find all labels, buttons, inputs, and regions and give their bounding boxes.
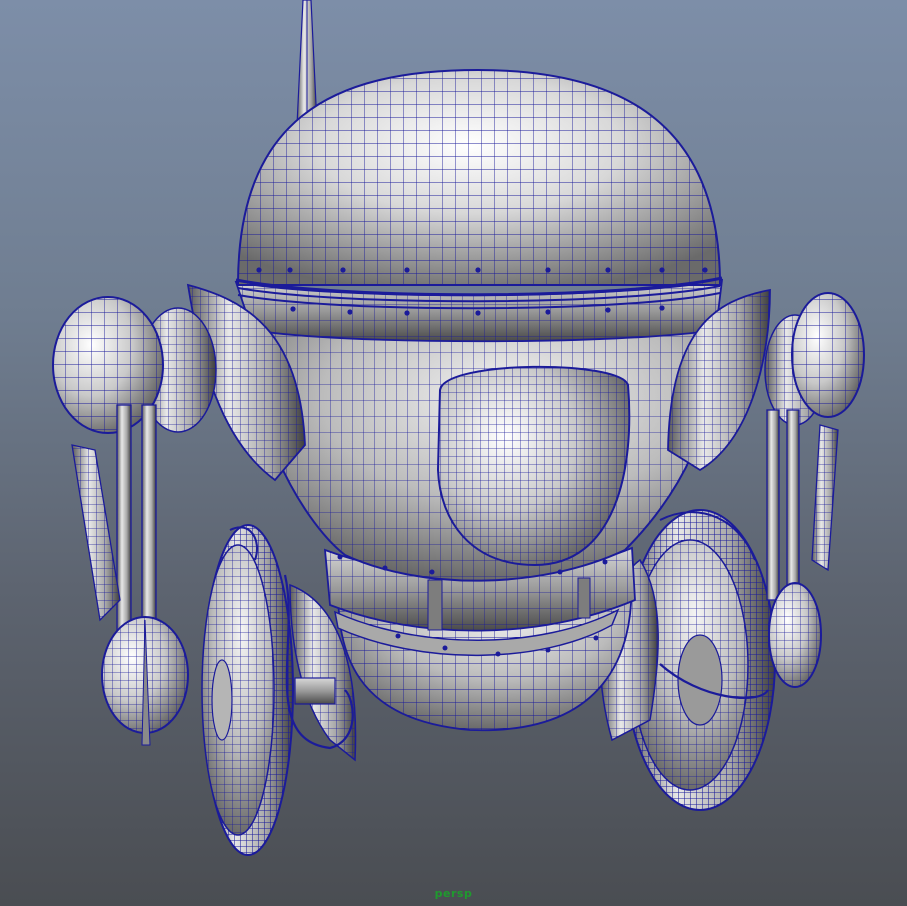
left-wheel[interactable] <box>201 524 294 856</box>
right-arm[interactable] <box>764 292 865 688</box>
left-arm[interactable] <box>52 296 217 746</box>
viewport-panel[interactable]: persp <box>0 0 907 906</box>
robot-wireframe-model[interactable] <box>0 0 907 906</box>
camera-label: persp <box>434 887 473 900</box>
